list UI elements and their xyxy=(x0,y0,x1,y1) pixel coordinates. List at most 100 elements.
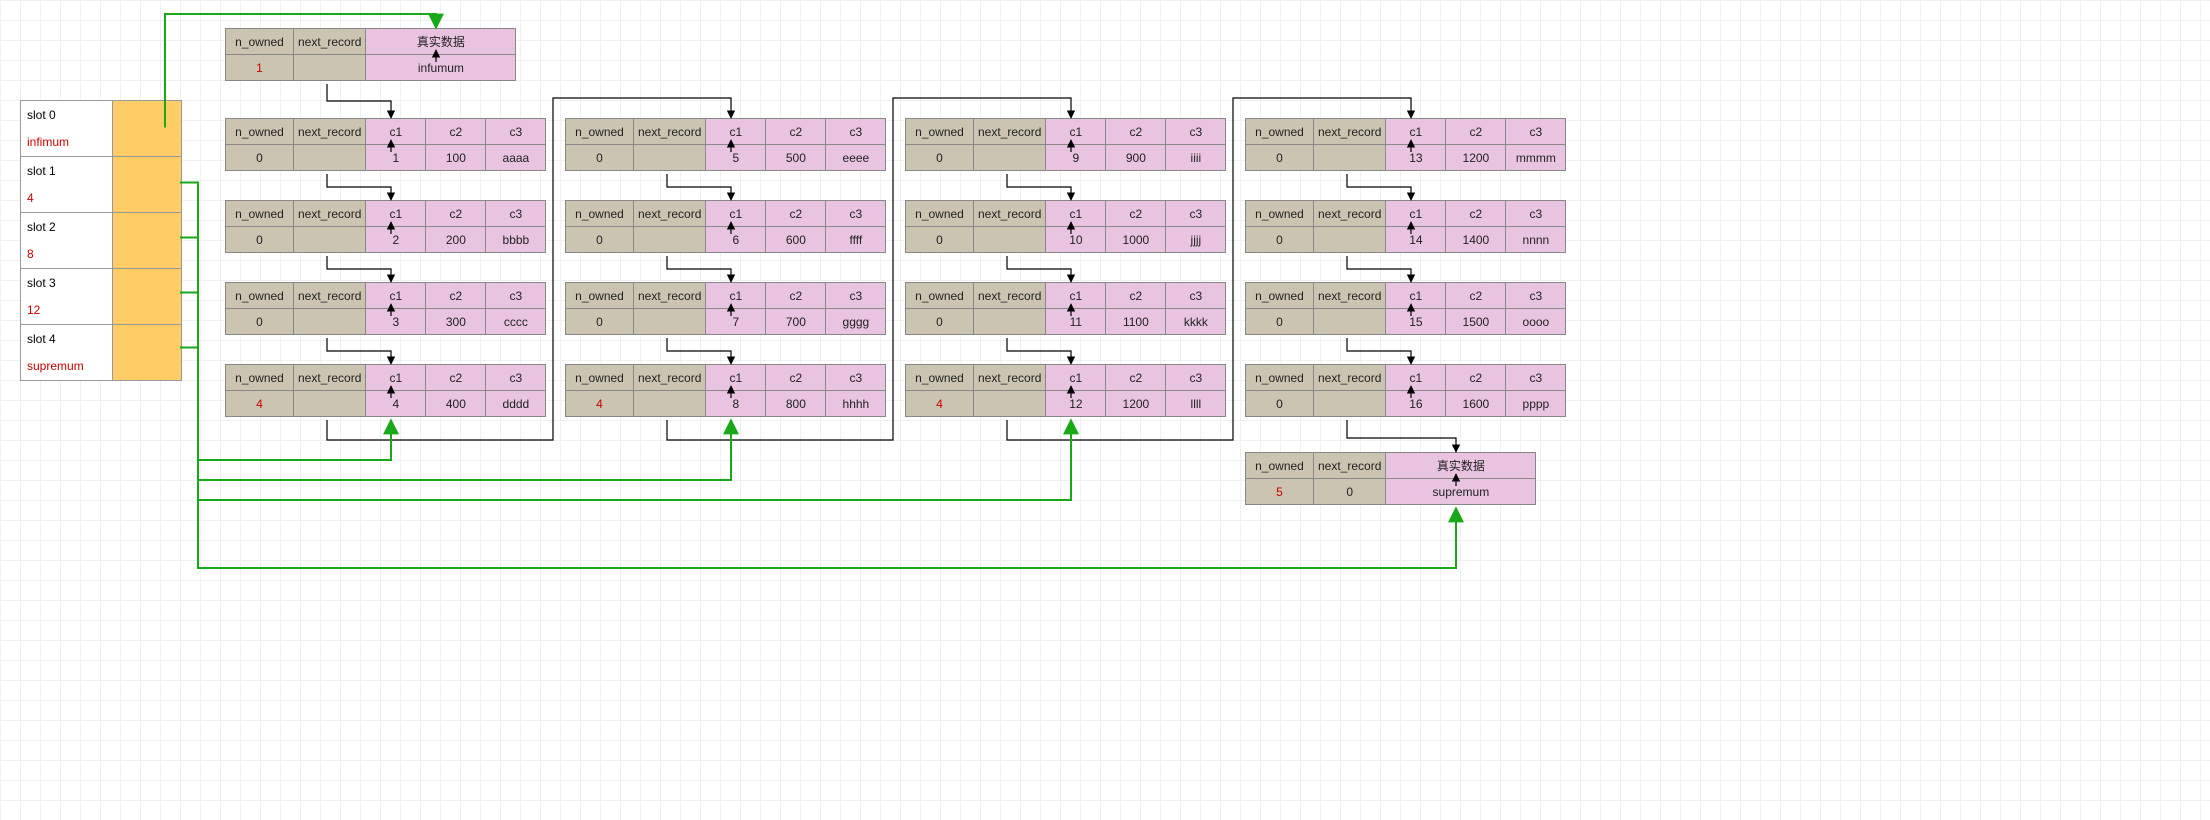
cell-n_owned: 0 xyxy=(1246,145,1314,171)
cell-next_record xyxy=(294,227,366,253)
header-n_owned: n_owned xyxy=(1246,453,1314,479)
header-c3: c3 xyxy=(1506,283,1566,309)
record-2-1: n_ownednext_recordc1c2c30101000jjjj xyxy=(905,200,1226,253)
header-c3: c3 xyxy=(486,119,546,145)
cell-next_record xyxy=(974,227,1046,253)
slot-name: slot 4 xyxy=(27,332,112,346)
header-n_owned: n_owned xyxy=(906,365,974,391)
cell-c3: iiii xyxy=(1166,145,1226,171)
cell-n_owned: 0 xyxy=(906,227,974,253)
header-c2: c2 xyxy=(1106,283,1166,309)
header-n_owned: n_owned xyxy=(906,119,974,145)
record-3-1: n_ownednext_recordc1c2c30141400nnnn xyxy=(1245,200,1566,253)
header-next_record: next_record xyxy=(634,119,706,145)
record-2-2: n_ownednext_recordc1c2c30111100kkkk xyxy=(905,282,1226,335)
header-c1: c1 xyxy=(706,201,766,227)
header-c1: c1 xyxy=(1386,283,1446,309)
slot-value: 8 xyxy=(27,247,112,261)
cell-n_owned: 4 xyxy=(226,391,294,417)
header-c2: c2 xyxy=(1106,119,1166,145)
cell-c2: 1200 xyxy=(1446,145,1506,171)
header-c2: c2 xyxy=(1446,365,1506,391)
header-c3: c3 xyxy=(1166,365,1226,391)
header-c3: c3 xyxy=(1166,201,1226,227)
header-n_owned: n_owned xyxy=(906,283,974,309)
header-next_record: next_record xyxy=(634,365,706,391)
slot-2: slot 2 8 xyxy=(21,213,181,269)
header-next_record: next_record xyxy=(294,119,366,145)
cell-c1: 9 xyxy=(1046,145,1106,171)
cell-n_owned: 0 xyxy=(226,227,294,253)
slot-value: 4 xyxy=(27,191,112,205)
header-c3: c3 xyxy=(1506,365,1566,391)
header-n_owned: n_owned xyxy=(566,119,634,145)
cell-next_record xyxy=(294,145,366,171)
header-next_record: next_record xyxy=(634,201,706,227)
record-1-0: n_ownednext_recordc1c2c305500eeee xyxy=(565,118,886,171)
cell-c1: 6 xyxy=(706,227,766,253)
cell-c2: 1500 xyxy=(1446,309,1506,335)
header-n_owned: n_owned xyxy=(226,283,294,309)
header-n_owned: n_owned xyxy=(226,201,294,227)
cell-c1: 5 xyxy=(706,145,766,171)
cell-next_record xyxy=(294,55,366,81)
cell-c3: ffff xyxy=(826,227,886,253)
header-c1: c1 xyxy=(366,283,426,309)
header-c2: c2 xyxy=(766,119,826,145)
cell-c3: jjjj xyxy=(1166,227,1226,253)
header-n_owned: n_owned xyxy=(906,201,974,227)
slot-value: infimum xyxy=(27,135,112,149)
header-c2: c2 xyxy=(1446,119,1506,145)
header-c2: c2 xyxy=(766,201,826,227)
header-n_owned: n_owned xyxy=(1246,283,1314,309)
header-c1: c1 xyxy=(366,201,426,227)
slot-name: slot 0 xyxy=(27,108,112,122)
cell-c3: cccc xyxy=(486,309,546,335)
cell-n_owned: 0 xyxy=(1246,309,1314,335)
header-c2: c2 xyxy=(426,201,486,227)
diagram-canvas: slot 0 infimum slot 1 4 slot 2 8 slot 3 … xyxy=(0,0,2210,820)
cell-c3: oooo xyxy=(1506,309,1566,335)
slot-1: slot 1 4 xyxy=(21,157,181,213)
record-3-3: n_ownednext_recordc1c2c30161600pppp xyxy=(1245,364,1566,417)
cell-next_record xyxy=(974,309,1046,335)
cell-next_record xyxy=(634,309,706,335)
header-c1: c1 xyxy=(706,365,766,391)
header-c2: c2 xyxy=(1446,201,1506,227)
cell-c1: 2 xyxy=(366,227,426,253)
header-c2: c2 xyxy=(426,283,486,309)
header-next_record: next_record xyxy=(1314,365,1386,391)
cell-c1: 12 xyxy=(1046,391,1106,417)
record-0-1: n_ownednext_recordc1c2c302200bbbb xyxy=(225,200,546,253)
cell-next_record xyxy=(634,391,706,417)
cell-next_record: 0 xyxy=(1314,479,1386,505)
header-n_owned: n_owned xyxy=(226,29,294,55)
header-c1: c1 xyxy=(1046,119,1106,145)
header-n_owned: n_owned xyxy=(226,365,294,391)
cell-c2: 500 xyxy=(766,145,826,171)
cell-real-data: infumum xyxy=(366,55,516,81)
record-0-2: n_ownednext_recordc1c2c303300cccc xyxy=(225,282,546,335)
cell-c2: 300 xyxy=(426,309,486,335)
header-next_record: next_record xyxy=(294,365,366,391)
record-1-2: n_ownednext_recordc1c2c307700gggg xyxy=(565,282,886,335)
header-next_record: next_record xyxy=(1314,119,1386,145)
cell-next_record xyxy=(1314,391,1386,417)
cell-c2: 600 xyxy=(766,227,826,253)
header-c1: c1 xyxy=(1046,283,1106,309)
slot-0: slot 0 infimum xyxy=(21,101,181,157)
cell-n_owned: 0 xyxy=(566,309,634,335)
record-0-3: n_ownednext_recordc1c2c344400dddd xyxy=(225,364,546,417)
header-c1: c1 xyxy=(1046,201,1106,227)
header-c1: c1 xyxy=(706,283,766,309)
header-n_owned: n_owned xyxy=(1246,119,1314,145)
header-c1: c1 xyxy=(1046,365,1106,391)
cell-c1: 13 xyxy=(1386,145,1446,171)
slot-pointer-cell xyxy=(112,157,181,212)
record-2-3: n_ownednext_recordc1c2c34121200llll xyxy=(905,364,1226,417)
header-c3: c3 xyxy=(486,201,546,227)
cell-c2: 1100 xyxy=(1106,309,1166,335)
header-n_owned: n_owned xyxy=(1246,201,1314,227)
cell-c2: 1000 xyxy=(1106,227,1166,253)
cell-c1: 14 xyxy=(1386,227,1446,253)
